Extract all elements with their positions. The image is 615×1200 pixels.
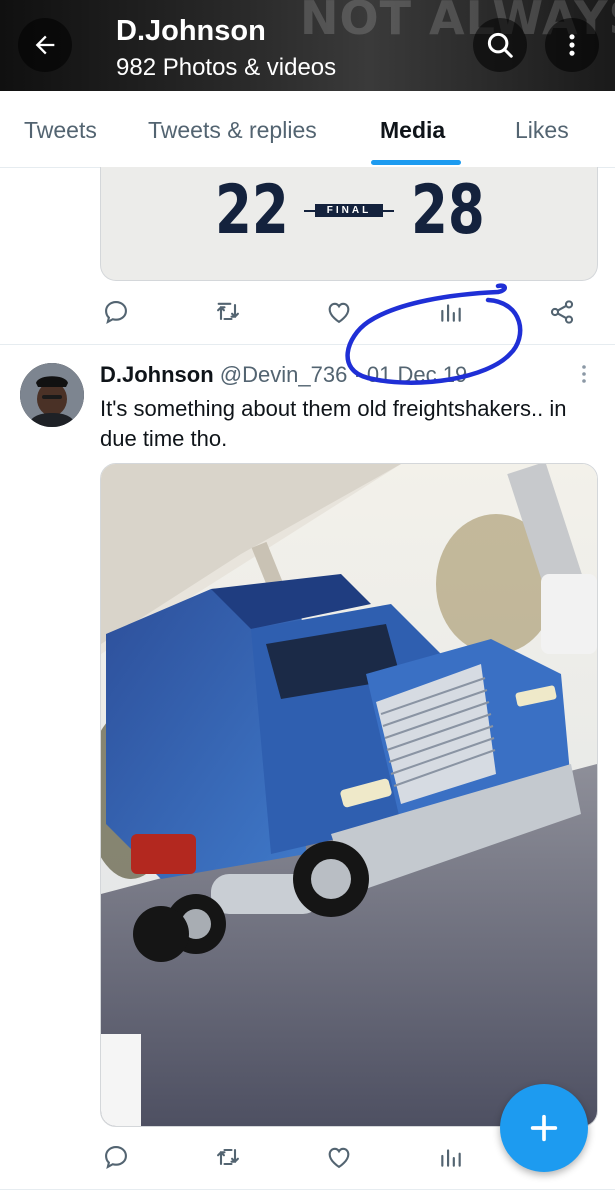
reply-button[interactable]	[99, 295, 133, 329]
more-vertical-icon	[569, 34, 575, 56]
avatar-photo	[20, 363, 84, 427]
tab-tweets[interactable]: Tweets	[24, 115, 97, 145]
views-icon	[441, 304, 461, 322]
more-button[interactable]	[545, 18, 599, 72]
views-button[interactable]	[434, 295, 468, 329]
retweet-icon	[217, 1148, 239, 1166]
final-line-left	[304, 210, 315, 212]
media-count: 982 Photos & videos	[116, 54, 337, 81]
tab-media[interactable]: Media	[380, 115, 445, 145]
back-button[interactable]	[18, 18, 72, 72]
search-button[interactable]	[473, 18, 527, 72]
profile-name: D.Johnson	[116, 15, 266, 47]
retweet-button[interactable]	[211, 1140, 245, 1174]
avatar[interactable]	[20, 363, 84, 427]
tweet-actions	[0, 295, 615, 335]
share-button[interactable]	[545, 295, 579, 329]
final-line-right	[383, 210, 394, 212]
right-score: 28	[411, 171, 485, 250]
tweet-separator: ·	[353, 362, 361, 387]
like-icon	[328, 302, 350, 324]
tweet-header: D.Johnson @Devin_736 · 01 Dec 19	[100, 360, 467, 390]
tab-likes[interactable]: Likes	[515, 115, 569, 145]
tweet-author-handle[interactable]: @Devin_736	[220, 362, 348, 387]
tweet-divider	[0, 1189, 615, 1190]
like-icon	[328, 1147, 350, 1169]
truck-photo	[101, 464, 597, 1126]
share-icon	[550, 300, 574, 324]
like-button[interactable]	[322, 1140, 356, 1174]
tweet-date[interactable]: 01 Dec 19	[367, 362, 467, 387]
more-vertical-icon	[582, 365, 586, 383]
views-button[interactable]	[434, 1140, 468, 1174]
reply-button[interactable]	[99, 1140, 133, 1174]
profile-header: NOT ALWAYS REAL TRUE FRIENDS D.Johnson 9…	[0, 0, 615, 91]
left-score: 22	[215, 171, 289, 250]
tweet-more-button[interactable]	[572, 362, 596, 386]
search-icon	[487, 32, 513, 58]
views-icon	[441, 1149, 461, 1167]
profile-tabs: Tweets Tweets & replies Media Likes	[0, 91, 615, 168]
retweet-button[interactable]	[211, 295, 245, 329]
tweet-author-name[interactable]: D.Johnson	[100, 362, 214, 387]
tweet-text: It's something about them old freightsha…	[100, 396, 567, 451]
back-arrow-icon	[35, 35, 55, 55]
tab-tweets-replies[interactable]: Tweets & replies	[148, 115, 317, 145]
reply-icon	[105, 1146, 127, 1169]
reply-icon	[105, 301, 127, 324]
plus-icon	[530, 1114, 558, 1142]
compose-button[interactable]	[500, 1084, 588, 1172]
retweet-icon	[217, 302, 239, 321]
like-button[interactable]	[322, 295, 356, 329]
final-label: FINAL	[315, 204, 383, 217]
scoreboard-image[interactable]: 22 FINAL 28	[100, 167, 598, 281]
active-tab-indicator	[371, 160, 461, 165]
tweet-divider	[0, 344, 615, 345]
tweet-photo[interactable]	[100, 463, 598, 1127]
